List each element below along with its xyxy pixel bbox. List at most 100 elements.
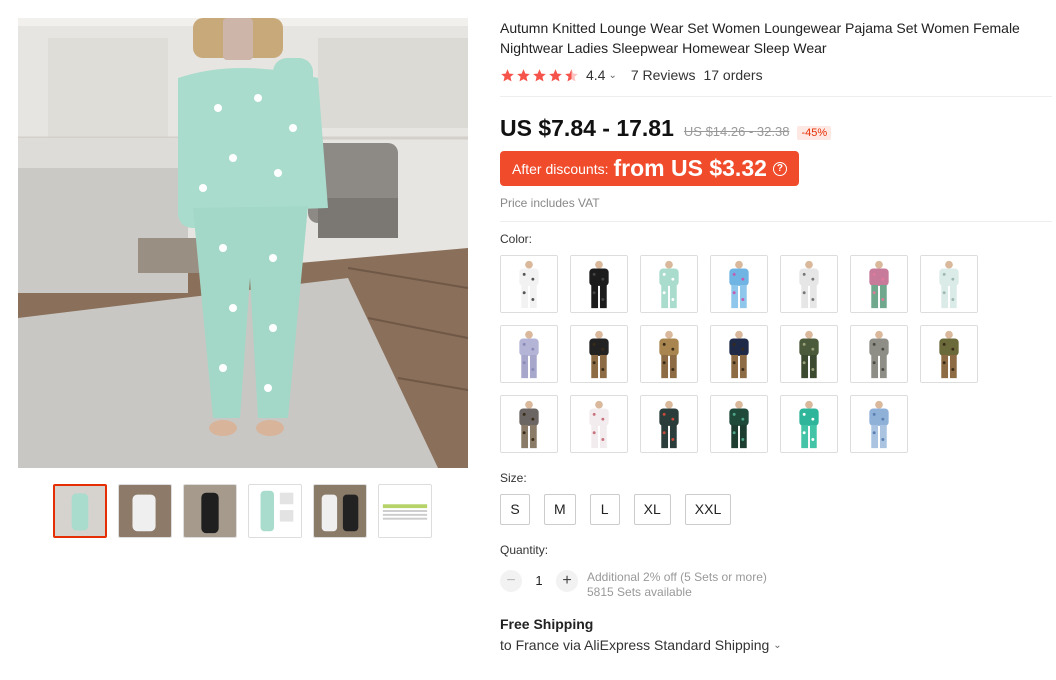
color-swatch-grey-camo[interactable] <box>850 325 908 383</box>
rating-dropdown[interactable]: 4.4 ⌄ <box>586 67 617 83</box>
reviews-link[interactable]: 7 Reviews <box>631 67 696 83</box>
stock-available: 5815 Sets available <box>587 585 692 599</box>
color-swatch-blue-pattern[interactable] <box>850 395 908 453</box>
swatch-image <box>921 326 977 382</box>
rating-row: 4.4 ⌄ 7 Reviews 17 orders <box>500 67 1052 83</box>
orders-count: 17 orders <box>703 67 763 83</box>
swatch-image <box>641 256 697 312</box>
color-swatch-pink-tie-dye[interactable] <box>850 255 908 313</box>
color-swatch-olive-leopard[interactable] <box>920 325 978 383</box>
swatch-image <box>641 396 697 452</box>
color-swatch-teal-tie-dye[interactable] <box>780 395 838 453</box>
quantity-stepper: − 1 + Additional 2% off (5 Sets or more)… <box>500 570 1052 600</box>
swatch-image <box>711 256 767 312</box>
product-info: Autumn Knitted Lounge Wear Set Women Lou… <box>500 18 1052 653</box>
quantity-decrease-button[interactable]: − <box>500 570 522 592</box>
chevron-down-icon: ⌄ <box>773 639 782 651</box>
shipping-title: Free Shipping <box>500 616 594 632</box>
original-price: US $14.26 - 32.38 <box>683 124 790 139</box>
quantity-info: Additional 2% off (5 Sets or more) 5815 … <box>587 570 767 600</box>
divider <box>500 96 1052 97</box>
product-title: Autumn Knitted Lounge Wear Set Women Lou… <box>500 20 1020 56</box>
size-options: S M L XL XXL <box>500 494 1052 525</box>
swatch-image <box>571 396 627 452</box>
after-discounts-label: After discounts: <box>512 160 609 177</box>
shipping-selector[interactable]: to France via AliExpress Standard Shippi… <box>500 637 1052 653</box>
swatch-image <box>781 326 837 382</box>
color-swatch-dark-green-floral[interactable] <box>710 395 768 453</box>
thumbnail-image <box>314 485 366 537</box>
bulk-discount-note: Additional 2% off (5 Sets or more) <box>587 570 767 584</box>
thumbnail-5[interactable] <box>313 484 367 538</box>
color-swatch-grey-white[interactable] <box>780 255 838 313</box>
thumbnail-image <box>119 485 171 537</box>
swatch-image <box>851 256 907 312</box>
divider <box>500 221 1052 222</box>
vat-note: Price includes VAT <box>500 196 600 210</box>
color-label: Color: <box>500 232 533 246</box>
thumbnail-image <box>184 485 236 537</box>
star-icon <box>501 68 514 81</box>
current-price: US $7.84 - 17.81 <box>500 115 674 141</box>
thumbnail-6[interactable] <box>378 484 432 538</box>
star-icon <box>517 68 530 81</box>
swatch-image <box>571 326 627 382</box>
star-icon <box>533 68 546 81</box>
thumbnail-4[interactable] <box>248 484 302 538</box>
thumbnail-image <box>379 485 431 537</box>
color-swatch-blue-tie-dye[interactable] <box>710 255 768 313</box>
question-circle-icon[interactable]: ? <box>772 161 787 176</box>
swatch-image <box>501 396 557 452</box>
size-option-s[interactable]: S <box>500 494 530 525</box>
color-swatch-white-stars[interactable] <box>500 255 558 313</box>
color-swatch-khaki-leopard[interactable] <box>640 325 698 383</box>
half-star-icon <box>565 68 578 81</box>
size-option-l[interactable]: L <box>589 494 620 525</box>
size-option-xl[interactable]: XL <box>633 494 671 525</box>
size-label: Size: <box>500 471 527 485</box>
swatch-image <box>851 326 907 382</box>
size-option-xxl[interactable]: XXL <box>684 494 732 525</box>
thumbnail-3[interactable] <box>183 484 237 538</box>
after-discounts-button[interactable]: After discounts: from US $3.32 ? <box>500 151 799 186</box>
quantity-input[interactable]: 1 <box>522 570 556 592</box>
swatch-image <box>781 396 837 452</box>
color-swatch-black-leopard[interactable] <box>570 325 628 383</box>
after-discounts-amount: from US $3.32 <box>613 155 767 181</box>
thumbnail-image <box>55 486 105 536</box>
price-row: US $7.84 - 17.81 US $14.26 - 32.38 -45% <box>500 115 1052 142</box>
color-swatch-white-floral[interactable] <box>570 395 628 453</box>
rating-stars <box>500 68 579 83</box>
swatch-image <box>851 396 907 452</box>
swatch-image <box>921 256 977 312</box>
product-photo <box>18 18 468 468</box>
color-swatch-light-mint[interactable] <box>920 255 978 313</box>
swatch-image <box>781 256 837 312</box>
thumbnail-image <box>249 485 301 537</box>
swatch-image <box>571 256 627 312</box>
swatch-image <box>501 326 557 382</box>
color-swatch-camo[interactable] <box>780 325 838 383</box>
shipping-detail: to France via AliExpress Standard Shippi… <box>500 637 770 653</box>
color-swatch-lavender[interactable] <box>500 325 558 383</box>
color-options <box>500 255 980 453</box>
swatch-image <box>501 256 557 312</box>
chevron-down-icon: ⌄ <box>608 69 617 81</box>
color-swatch-grey-leopard[interactable] <box>500 395 558 453</box>
rating-value: 4.4 <box>586 67 606 83</box>
thumbnail-strip <box>53 484 432 538</box>
discount-badge: -45% <box>797 126 832 140</box>
main-product-image[interactable] <box>18 18 468 468</box>
color-swatch-multi-floral[interactable] <box>640 395 698 453</box>
thumbnail-2[interactable] <box>118 484 172 538</box>
quantity-increase-button[interactable]: + <box>556 570 578 592</box>
color-swatch-black[interactable] <box>570 255 628 313</box>
quantity-label: Quantity: <box>500 543 549 557</box>
swatch-image <box>711 396 767 452</box>
color-swatch-navy-leopard[interactable] <box>710 325 768 383</box>
color-swatch-mint-stars[interactable] <box>640 255 698 313</box>
swatch-image <box>641 326 697 382</box>
size-option-m[interactable]: M <box>544 494 576 525</box>
star-icon <box>549 68 562 81</box>
thumbnail-1[interactable] <box>53 484 107 538</box>
